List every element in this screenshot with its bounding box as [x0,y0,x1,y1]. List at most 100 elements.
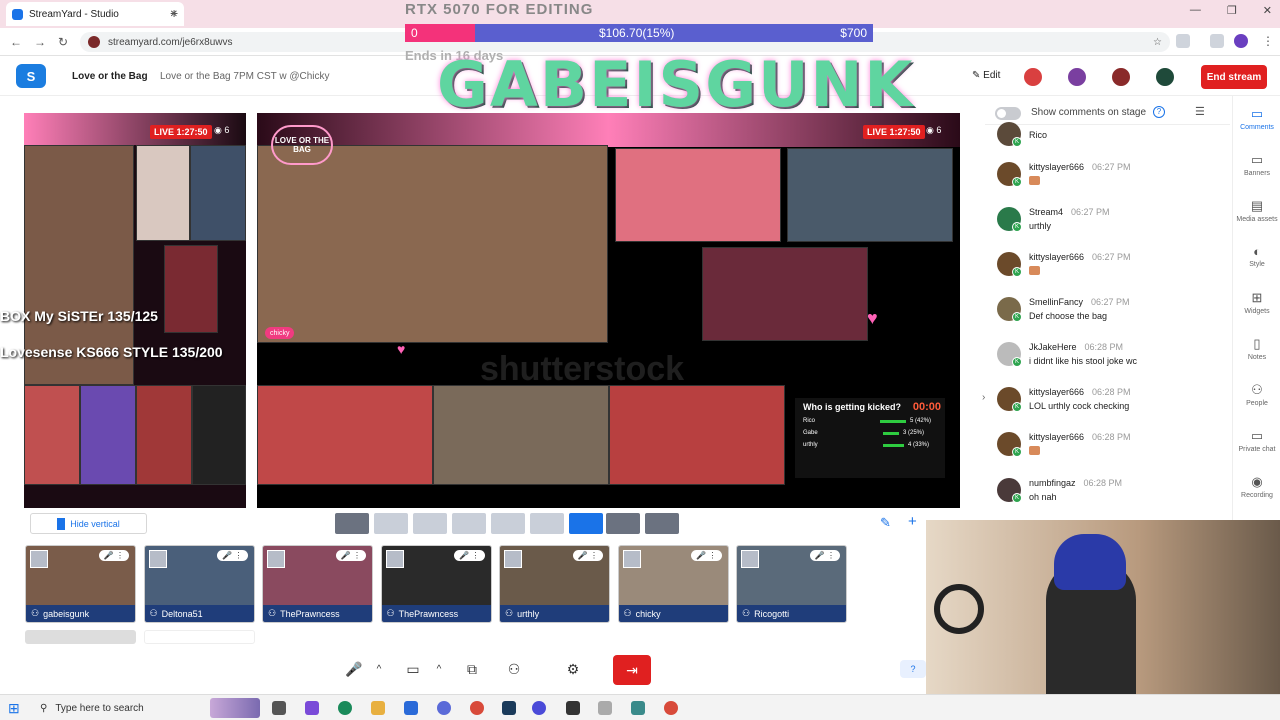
info-icon[interactable]: ? [1153,106,1165,118]
layout-fullscreen-button[interactable] [645,513,679,534]
guest-thumbnail[interactable]: 🎤 ⋮ ⚇ ThePrawncess [262,545,373,623]
guest-controls-icon[interactable]: 🎤 ⋮ [572,550,603,561]
collapse-panel-chevron-icon[interactable]: › [982,392,985,403]
add-layout-icon[interactable]: + [908,513,917,530]
site-info-icon[interactable] [88,36,100,48]
destination-avatar[interactable] [1154,66,1176,88]
rail-item-style[interactable]: ◐ Style [1233,244,1280,268]
guest-controls-icon[interactable]: 🎤 ⋮ [454,550,485,561]
rail-item-banners[interactable]: ▭ Banners [1233,152,1280,177]
minimize-icon[interactable]: — [1190,4,1201,17]
guest-controls-icon[interactable]: 🎤 ⋮ [98,550,129,561]
add-to-stage-icon[interactable] [148,550,167,568]
camera-options-chevron-icon[interactable]: ^ [430,655,448,683]
app-icon[interactable] [598,701,612,715]
reading-list-icon[interactable] [1210,34,1224,48]
layout-group-button[interactable] [413,513,447,534]
layout-thin-button[interactable] [374,513,408,534]
comment-item[interactable]: K Stream4 06:27 PM urthly [997,207,1222,243]
comment-item[interactable]: Kkittyslayer666 06:28 PM LOL urthly cock c… [997,387,1222,423]
end-stream-button[interactable]: End stream [1201,65,1267,89]
add-to-stage-icon[interactable] [622,550,641,568]
hide-vertical-button[interactable]: Hide vertical [30,513,147,534]
forward-icon[interactable]: → [34,35,46,49]
file-explorer-icon[interactable] [371,701,385,715]
microphone-icon[interactable]: 🎤 [341,655,367,683]
leave-studio-button[interactable]: ⇥ [613,655,651,685]
layout-sidebar-button[interactable] [606,513,640,534]
breadcrumb-show[interactable]: Love or the Bag [72,71,148,82]
comment-item[interactable]: K Rico [997,122,1222,147]
comment-item[interactable]: K JkJakeHere 06:28 PM i didnt like his stoo… [997,342,1222,378]
guest-controls-icon[interactable]: 🎤 ⋮ [809,550,840,561]
steam-icon[interactable] [502,701,516,715]
extension-icon[interactable] [1176,34,1190,48]
maximize-icon[interactable]: ❐ [1227,4,1237,17]
add-to-stage-icon[interactable] [30,550,48,568]
browser-menu-icon[interactable]: ⋮ [1262,34,1274,48]
taskbar-search[interactable]: ⚲ Type here to search [32,698,204,718]
guest-controls-icon[interactable]: 🎤 ⋮ [217,550,248,561]
comment-item[interactable]: Knumbfingaz 06:28 PM oh nah [997,478,1222,514]
rail-item-recording[interactable]: ◉ Recording [1233,474,1280,499]
chrome-icon[interactable] [470,701,484,715]
comment-item[interactable]: Kkittyslayer666 06:27 PM [997,162,1222,198]
layout-group-button[interactable] [530,513,564,534]
rail-item-private-chat[interactable]: ▭ Private chat [1233,428,1280,453]
edit-button[interactable]: ✎ Edit [972,70,1000,81]
rail-item-media-assets[interactable]: ▤ Media assets [1233,198,1280,223]
invite-guest-icon[interactable]: ⚇ [501,655,527,683]
camera-icon[interactable]: ▭ [400,655,426,683]
breadcrumb-broadcast[interactable]: Love or the Bag 7PM CST w @Chicky [160,71,329,82]
store-icon[interactable] [404,701,418,715]
add-to-stage-icon[interactable] [504,550,522,568]
layout-custom-button[interactable] [569,513,603,534]
filter-icon[interactable]: ☰ [1195,105,1205,118]
guest-controls-icon[interactable]: 🎤 ⋮ [335,550,366,561]
windows-start-icon[interactable]: ⊞ [8,700,20,717]
edge-icon[interactable] [338,701,352,715]
help-icon[interactable]: ? [900,660,926,678]
discord-icon[interactable] [437,701,451,715]
close-window-icon[interactable]: ✕ [1263,4,1272,17]
guest-thumbnail[interactable]: 🎤 ⋮ ⚇ Ricogotti [736,545,847,623]
guest-thumbnail[interactable]: 🎤 ⋮ ⚇ chicky [617,545,729,623]
rail-item-widgets[interactable]: ⊞ Widgets [1233,290,1280,315]
settings-gear-icon[interactable]: ⚙ [560,655,586,683]
layout-group-button[interactable] [452,513,486,534]
add-to-stage-icon[interactable] [267,550,285,568]
task-view-icon[interactable] [272,701,286,715]
guest-thumbnail[interactable]: 🎤 ⋮ ⚇ urthly [499,545,610,623]
guest-thumbnail[interactable]: 🎤 ⋮ ⚇ gabeisgunk [25,545,136,623]
bookmark-star-icon[interactable]: ☆ [1153,37,1162,48]
share-screen-icon[interactable]: ⧉ [459,655,485,683]
guest-thumbnail[interactable]: 🎤 ⋮ ⚇ ThePrawncess [380,545,492,623]
guest-thumbnail[interactable]: 🎤 ⋮ ⚇ Deltona51 [143,545,255,623]
add-to-stage-icon[interactable] [741,550,759,568]
show-comments-toggle[interactable] [995,107,1021,120]
destination-avatar[interactable] [1066,66,1088,88]
layout-group-button[interactable] [491,513,525,534]
app-icon[interactable] [566,701,580,715]
layout-solo-button[interactable] [335,513,369,534]
destination-avatar[interactable] [1110,66,1132,88]
comment-item[interactable]: K SmellinFancy 06:27 PM Def choose the bag [997,297,1222,333]
app-icon[interactable] [631,701,645,715]
comment-item[interactable]: Kkittyslayer666 06:28 PM [997,432,1222,468]
rail-item-comments[interactable]: ▭ Comments [1233,106,1280,131]
rail-item-people[interactable]: ⚇ People [1233,382,1280,407]
profile-avatar-icon[interactable] [1234,34,1248,48]
mic-options-chevron-icon[interactable]: ^ [370,655,388,683]
obs-icon[interactable] [532,701,546,715]
edit-layout-icon[interactable]: ✎ [880,515,891,531]
browser-tab[interactable]: StreamYard - Studio ✕ [6,2,184,26]
copilot-icon[interactable] [305,701,319,715]
chrome-icon[interactable] [664,701,678,715]
rail-item-notes[interactable]: ▯ Notes [1233,336,1280,361]
new-tab-button[interactable]: + [170,5,178,21]
destination-avatar[interactable] [1022,66,1044,88]
guest-controls-icon[interactable]: 🎤 ⋮ [691,550,722,561]
comment-item[interactable]: Kkittyslayer666 06:27 PM [997,252,1222,288]
streamyard-logo[interactable]: S [16,64,46,88]
add-to-stage-icon[interactable] [385,550,404,568]
